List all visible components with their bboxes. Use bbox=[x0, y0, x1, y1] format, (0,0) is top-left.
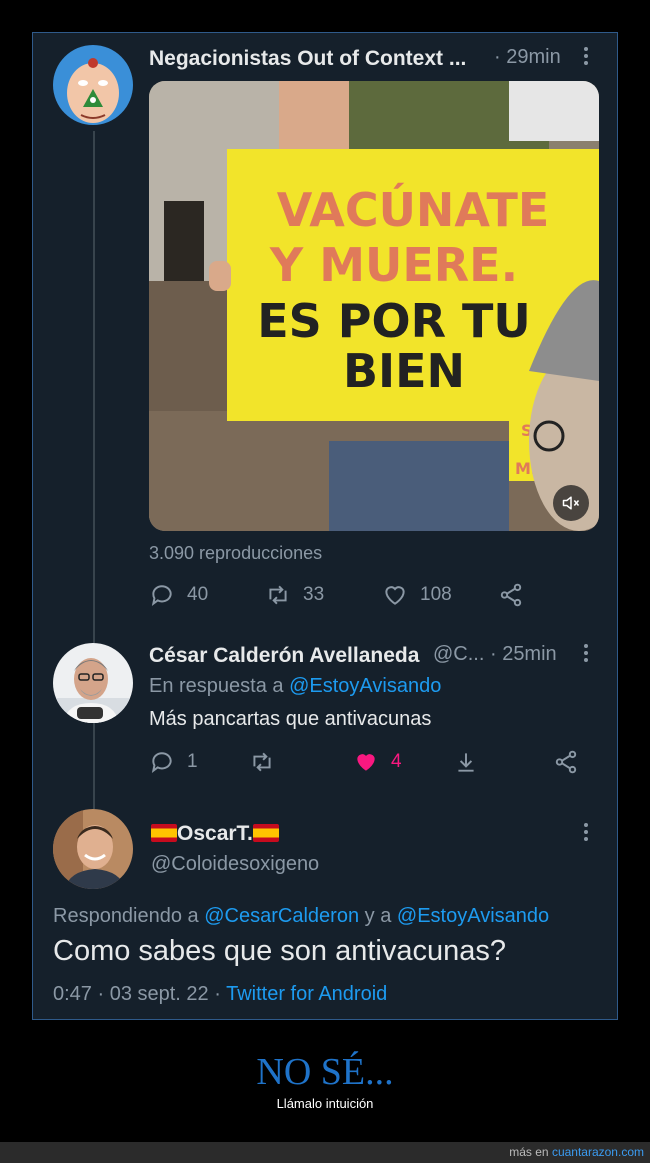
reply-prefix: En respuesta a bbox=[149, 675, 284, 697]
reply-count: 40 bbox=[187, 584, 209, 605]
mention-link[interactable]: @EstoyAvisando bbox=[289, 675, 441, 697]
spain-flag-icon bbox=[151, 824, 177, 842]
reply-button[interactable]: 40 bbox=[149, 582, 208, 608]
avatar[interactable] bbox=[53, 643, 133, 723]
tweet-text: Como sabes que son antivacunas? bbox=[53, 935, 507, 967]
more-icon[interactable] bbox=[583, 823, 589, 844]
reply-context: Respondiendo a @CesarCalderon y a @Estoy… bbox=[53, 905, 549, 928]
display-name[interactable]: OscarT. bbox=[151, 822, 279, 846]
caption-title: NO SÉ... bbox=[256, 1051, 394, 1093]
like-count: 108 bbox=[420, 584, 452, 605]
tweet-thread-screenshot: Negacionistas Out of Context ... · 29min… bbox=[32, 32, 618, 1020]
tweet-source[interactable]: Twitter for Android bbox=[226, 983, 387, 1005]
reply-and: y a bbox=[364, 905, 392, 927]
mute-button[interactable] bbox=[553, 485, 589, 521]
caption-subtitle: Llámalo intuición bbox=[276, 1096, 374, 1111]
mute-icon bbox=[562, 496, 580, 510]
tweet-datetime[interactable]: 0:47 · 03 sept. 22 · bbox=[53, 983, 221, 1005]
more-icon[interactable] bbox=[583, 47, 589, 68]
retweet-icon bbox=[253, 752, 271, 772]
retweet-count: 33 bbox=[303, 584, 325, 605]
display-name-text: OscarT. bbox=[177, 822, 253, 845]
sign-text-3: ES POR TU bbox=[257, 294, 531, 348]
video-frame: VACÚNATE Y MUERE. ES POR TU BIEN S ME bbox=[149, 81, 599, 531]
reply-prefix: Respondiendo a bbox=[53, 905, 199, 927]
download-button[interactable] bbox=[453, 749, 491, 775]
sign-text-2: Y MUERE. bbox=[269, 238, 518, 292]
reply-icon bbox=[151, 585, 172, 606]
reply-context: En respuesta a @EstoyAvisando bbox=[149, 675, 441, 698]
spain-flag-icon bbox=[252, 824, 279, 842]
footer-bar: más en cuantarazon.com bbox=[0, 1142, 650, 1163]
download-icon bbox=[458, 753, 474, 772]
retweet-icon bbox=[269, 585, 287, 605]
reply-count: 1 bbox=[187, 751, 198, 772]
like-count: 4 bbox=[391, 751, 402, 772]
avatar[interactable] bbox=[53, 45, 133, 125]
like-button[interactable]: 108 bbox=[382, 582, 452, 608]
share-button[interactable] bbox=[498, 582, 536, 608]
tweet-metadata: 0:47 · 03 sept. 22 · Twitter for Android bbox=[53, 983, 387, 1006]
video-player[interactable]: VACÚNATE Y MUERE. ES POR TU BIEN S ME bbox=[149, 81, 599, 531]
share-icon bbox=[500, 583, 522, 607]
display-name[interactable]: César Calderón Avellaneda bbox=[149, 644, 419, 668]
heart-icon bbox=[357, 754, 375, 771]
site-link[interactable]: cuantarazon.com bbox=[552, 1145, 644, 1159]
sign-text-1: VACÚNATE bbox=[277, 183, 550, 237]
display-name[interactable]: Negacionistas Out of Context ... bbox=[149, 47, 466, 71]
tweet-time[interactable]: · 29min bbox=[494, 46, 561, 69]
retweet-button[interactable] bbox=[249, 749, 287, 775]
like-button[interactable]: 4 bbox=[353, 749, 402, 775]
mention-link[interactable]: @CesarCalderon bbox=[204, 905, 359, 927]
tweet-text: Más pancartas que antivacunas bbox=[149, 708, 432, 730]
handle-and-time[interactable]: @C... · 25min bbox=[433, 643, 557, 666]
user-handle[interactable]: @Coloidesoxigeno bbox=[151, 853, 319, 876]
share-button[interactable] bbox=[553, 749, 591, 775]
retweet-button[interactable]: 33 bbox=[265, 582, 324, 608]
reply-button[interactable]: 1 bbox=[149, 749, 198, 775]
reply-icon bbox=[151, 752, 172, 773]
sign-text-4: BIEN bbox=[343, 344, 465, 398]
thread-connector bbox=[93, 131, 95, 643]
footer-prefix: más en bbox=[509, 1145, 549, 1159]
mention-link[interactable]: @EstoyAvisando bbox=[397, 905, 549, 927]
heart-icon bbox=[385, 586, 405, 605]
avatar[interactable] bbox=[53, 809, 133, 889]
share-icon bbox=[555, 750, 577, 774]
thread-connector bbox=[93, 721, 95, 809]
more-icon[interactable] bbox=[583, 644, 589, 665]
view-count: 3.090 reproducciones bbox=[149, 543, 323, 563]
